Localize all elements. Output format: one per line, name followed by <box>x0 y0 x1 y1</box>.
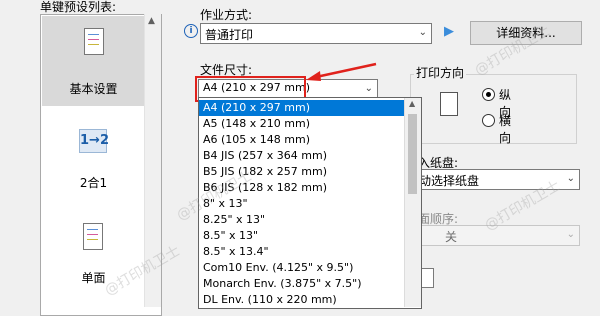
scrollbar-thumb[interactable] <box>408 114 417 194</box>
preset-item-label: 基本设置 <box>69 82 118 96</box>
dropdown-option[interactable]: 8.5" x 13.4" <box>199 244 421 260</box>
radio-button[interactable] <box>482 114 495 127</box>
preset-item-basic[interactable]: 基本设置 <box>42 16 145 106</box>
dropdown-option[interactable]: 8" x 13" <box>199 196 421 212</box>
paper-size-dropdown-list[interactable]: A4 (210 x 297 mm) A5 (148 x 210 mm) A6 (… <box>198 97 422 309</box>
red-arrow-annotation <box>306 62 377 81</box>
scroll-up-icon[interactable]: ▲ <box>148 16 155 26</box>
preset-item-2in1[interactable]: 1→2 2合1 <box>42 125 145 195</box>
mode-value: 普通打印 <box>205 28 254 42</box>
dropdown-option[interactable]: Monarch Env. (3.875" x 7.5") <box>199 276 421 292</box>
info-icon: i <box>184 24 198 38</box>
preset-list-label: 单键预设列表: <box>40 0 117 14</box>
orientation-label: 打印方向 <box>414 64 467 81</box>
document-icon <box>83 223 103 250</box>
chevron-down-icon: ⌄ <box>566 229 575 240</box>
radio-button[interactable] <box>482 88 495 101</box>
dropdown-option[interactable]: Com10 Env. (4.125" x 9.5") <box>199 260 421 276</box>
mode-label: 作业方式: <box>200 8 253 22</box>
play-icon[interactable]: ▶ <box>444 24 454 39</box>
dropdown-option[interactable]: A6 (105 x 148 mm) <box>199 132 421 148</box>
mode-select[interactable]: 普通打印 ⌄ <box>200 23 432 44</box>
chevron-down-icon: ⌄ <box>418 27 427 38</box>
orientation-group <box>410 74 577 144</box>
document-icon <box>84 28 104 55</box>
dropdown-option[interactable]: A4 (210 x 297 mm) <box>199 100 421 116</box>
landscape-label: 横向 <box>499 114 512 145</box>
paper-source-value: 动选择纸盘 <box>419 174 480 188</box>
two-in-one-icon: 1→2 <box>79 129 109 153</box>
dropdown-option[interactable]: DL Env. (110 x 220 mm) <box>199 292 421 308</box>
chevron-down-icon: ⌄ <box>566 173 575 184</box>
dropdown-option[interactable]: 8.5" x 13" <box>199 228 421 244</box>
page-order-value: 关 <box>445 230 458 244</box>
dropdown-option[interactable]: 8.25" x 13" <box>199 212 421 228</box>
dropdown-option[interactable]: A5 (148 x 210 mm) <box>199 116 421 132</box>
portrait-page-icon <box>440 92 458 116</box>
dropdown-option[interactable]: B4 JIS (257 x 364 mm) <box>199 148 421 164</box>
dropdown-scrollbar[interactable]: ▲ <box>404 98 421 307</box>
preset-item-label: 2合1 <box>79 176 108 190</box>
chevron-down-icon: ⌄ <box>364 83 373 94</box>
scroll-up-icon[interactable]: ▲ <box>409 99 415 108</box>
